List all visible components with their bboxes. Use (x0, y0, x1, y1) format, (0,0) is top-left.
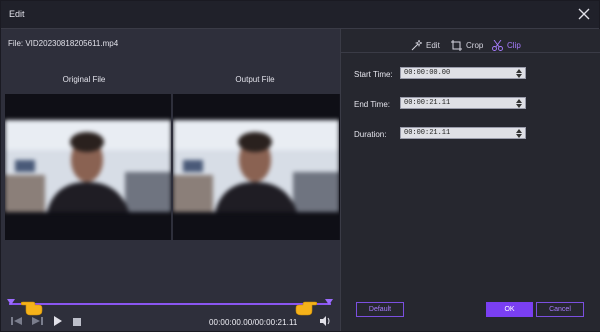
start-time-label: Start Time: (354, 70, 393, 79)
start-time-value: 00:00:00.00 (404, 69, 451, 77)
timeline-track (9, 303, 331, 305)
end-time-value: 00:00:21.11 (404, 99, 451, 107)
play-icon[interactable] (54, 316, 62, 326)
crop-icon (451, 39, 462, 51)
stop-icon[interactable] (73, 317, 81, 327)
start-time-input[interactable]: 00:00:00.00 (400, 67, 526, 79)
duration-label: Duration: (354, 130, 387, 139)
start-time-stepper[interactable] (516, 69, 523, 78)
original-video-frame (5, 120, 171, 212)
end-time-input[interactable]: 00:00:21.11 (400, 97, 526, 109)
end-time-stepper[interactable] (516, 99, 523, 108)
duration-value: 00:00:21.11 (404, 129, 451, 137)
original-preview (5, 94, 171, 240)
tab-crop[interactable]: Crop (451, 37, 483, 53)
edit-dialog: Edit File: VID20230818205611.mp4 Origina… (0, 0, 600, 332)
pointing-hand-icon (295, 301, 317, 316)
file-name-label: File: VID20230818205611.mp4 (8, 39, 119, 48)
output-video-frame (173, 120, 339, 212)
clip-end-handle[interactable] (325, 299, 333, 305)
duration-input[interactable]: 00:00:21.11 (400, 127, 526, 139)
ok-button[interactable]: OK (486, 302, 533, 317)
output-preview (173, 94, 339, 240)
duration-stepper[interactable] (516, 129, 523, 138)
output-file-label: Output File (235, 75, 275, 84)
end-time-label: End Time: (354, 100, 391, 109)
tab-edit-label: Edit (426, 40, 440, 50)
tab-clip-label: Clip (507, 40, 521, 50)
preview-panel: File: VID20230818205611.mp4 Original Fil… (1, 29, 340, 331)
previous-frame-icon[interactable] (11, 316, 23, 326)
scissors-icon (492, 39, 503, 51)
magic-wand-icon (411, 39, 422, 50)
tab-edit[interactable]: Edit (411, 37, 440, 53)
tab-clip[interactable]: Clip (492, 37, 521, 53)
edit-panel: Edit Crop Clip Start Time: 00:00:00.00 E… (340, 29, 600, 331)
volume-icon[interactable] (320, 316, 331, 326)
edit-tabs: Edit Crop Clip (341, 37, 600, 53)
playback-time-readout: 00:00:00.00/00:00:21.11 (209, 318, 298, 327)
timeline-slider[interactable] (7, 299, 333, 307)
cancel-button[interactable]: Cancel (536, 302, 584, 317)
tabs-divider (341, 52, 600, 53)
tab-crop-label: Crop (466, 40, 484, 50)
pointing-hand-icon (21, 301, 43, 316)
next-frame-icon[interactable] (31, 316, 43, 326)
default-button[interactable]: Default (356, 302, 404, 317)
clip-start-handle[interactable] (7, 299, 15, 305)
title-bar: Edit (1, 1, 599, 29)
window-title: Edit (9, 9, 25, 19)
original-file-label: Original File (62, 75, 106, 84)
preview-area (5, 94, 340, 240)
close-icon[interactable] (578, 8, 590, 20)
